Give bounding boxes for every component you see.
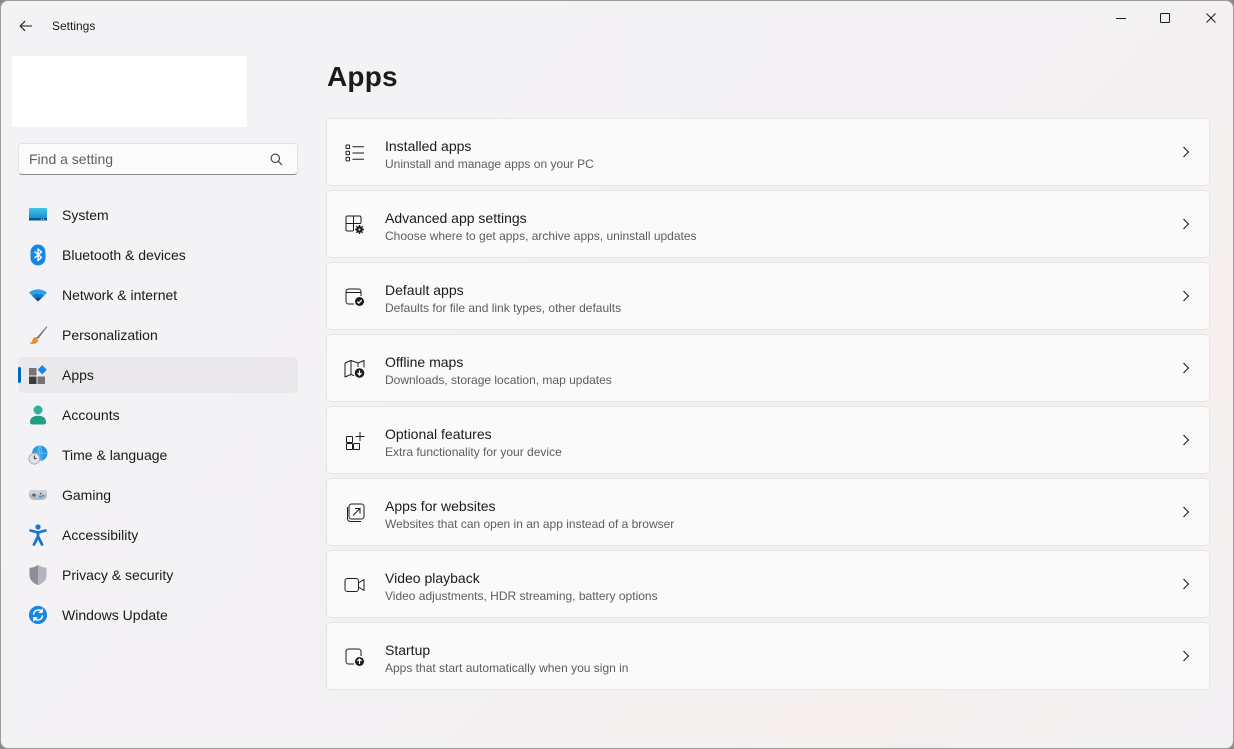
card-offline-maps[interactable]: Offline maps Downloads, storage location… xyxy=(326,334,1210,402)
sidebar-item-system[interactable]: System xyxy=(18,197,298,233)
sidebar-item-personalization[interactable]: Personalization xyxy=(18,317,298,353)
card-title: Offline maps xyxy=(385,354,464,370)
card-title: Video playback xyxy=(385,570,480,586)
card-title: Optional features xyxy=(385,426,492,442)
sidebar-item-label: Personalization xyxy=(62,327,158,343)
card-title: Apps for websites xyxy=(385,498,496,514)
apps-icon xyxy=(28,365,48,385)
sidebar-item-network[interactable]: Network & internet xyxy=(18,277,298,313)
sidebar-item-label: Network & internet xyxy=(62,287,178,303)
card-advanced-app-settings[interactable]: Advanced app settings Choose where to ge… xyxy=(326,190,1210,258)
page-title: Apps xyxy=(327,61,398,92)
sidebar-nav: System Bluetooth & devices Network & int… xyxy=(18,197,298,637)
sidebar-item-label: Bluetooth & devices xyxy=(62,247,186,263)
maximize-button[interactable] xyxy=(1142,1,1188,35)
card-title: Advanced app settings xyxy=(385,210,527,226)
sidebar-item-label: Apps xyxy=(62,367,94,383)
app-settings-icon xyxy=(344,214,366,236)
sidebar-item-label: Windows Update xyxy=(62,607,168,623)
wifi-icon xyxy=(28,285,48,305)
card-installed-apps[interactable]: Installed apps Uninstall and manage apps… xyxy=(326,118,1210,186)
card-description: Websites that can open in an app instead… xyxy=(385,517,675,531)
sidebar-item-time-language[interactable]: Time & language xyxy=(18,437,298,473)
card-description: Defaults for file and link types, other … xyxy=(385,301,622,315)
card-description: Video adjustments, HDR streaming, batter… xyxy=(385,589,658,603)
sidebar-item-label: Time & language xyxy=(62,447,168,463)
maximize-icon xyxy=(1160,13,1170,23)
sidebar-item-label: Privacy & security xyxy=(62,567,174,583)
search-box xyxy=(18,143,298,175)
video-icon xyxy=(344,574,366,596)
card-description: Uninstall and manage apps on your PC xyxy=(385,157,594,171)
user-profile-card[interactable] xyxy=(12,56,247,127)
sidebar-item-accounts[interactable]: Accounts xyxy=(18,397,298,433)
card-startup[interactable]: Startup Apps that start automatically wh… xyxy=(326,622,1210,690)
search-input[interactable] xyxy=(19,151,263,167)
startup-icon xyxy=(344,646,366,668)
chevron-right-icon xyxy=(1179,577,1193,591)
close-button[interactable] xyxy=(1188,1,1233,35)
map-download-icon xyxy=(344,358,366,380)
sidebar-item-label: System xyxy=(62,207,109,223)
card-title: Installed apps xyxy=(385,138,472,154)
card-optional-features[interactable]: Optional features Extra functionality fo… xyxy=(326,406,1210,474)
card-title: Startup xyxy=(385,642,431,658)
sidebar-item-accessibility[interactable]: Accessibility xyxy=(18,517,298,553)
card-title: Default apps xyxy=(385,282,464,298)
default-apps-icon xyxy=(344,286,366,308)
gamepad-icon xyxy=(28,485,48,505)
add-grid-icon xyxy=(344,430,366,452)
chevron-right-icon xyxy=(1179,649,1193,663)
globe-clock-icon xyxy=(28,445,48,465)
card-apps-for-websites[interactable]: Apps for websites Websites that can open… xyxy=(326,478,1210,546)
minimize-button[interactable] xyxy=(1098,1,1144,35)
sidebar-item-gaming[interactable]: Gaming xyxy=(18,477,298,513)
update-icon xyxy=(28,605,48,625)
close-icon xyxy=(1206,13,1216,23)
active-indicator xyxy=(18,367,21,383)
back-button[interactable] xyxy=(13,13,39,39)
sidebar-item-bluetooth[interactable]: Bluetooth & devices xyxy=(18,237,298,273)
card-description: Downloads, storage location, map updates xyxy=(385,373,612,387)
accessibility-icon xyxy=(28,524,48,546)
card-description: Choose where to get apps, archive apps, … xyxy=(385,229,697,243)
chevron-right-icon xyxy=(1179,145,1193,159)
sidebar-item-label: Gaming xyxy=(62,487,112,503)
sidebar-item-windows-update[interactable]: Windows Update xyxy=(18,597,298,633)
chevron-right-icon xyxy=(1179,433,1193,447)
open-in-app-icon xyxy=(344,502,366,524)
card-default-apps[interactable]: Default apps Defaults for file and link … xyxy=(326,262,1210,330)
sidebar-item-label: Accounts xyxy=(62,407,120,423)
sidebar-item-apps[interactable]: Apps xyxy=(18,357,298,393)
chevron-right-icon xyxy=(1179,361,1193,375)
shield-icon xyxy=(28,565,48,585)
monitor-icon xyxy=(28,205,48,225)
title-bar: Settings xyxy=(1,1,1233,49)
sidebar-item-privacy-security[interactable]: Privacy & security xyxy=(18,557,298,593)
chevron-right-icon xyxy=(1179,505,1193,519)
card-description: Apps that start automatically when you s… xyxy=(385,661,629,675)
sidebar-item-label: Accessibility xyxy=(62,527,139,543)
chevron-right-icon xyxy=(1179,217,1193,231)
card-description: Extra functionality for your device xyxy=(385,445,562,459)
settings-card-list: Installed apps Uninstall and manage apps… xyxy=(326,118,1210,694)
person-icon xyxy=(28,405,48,425)
chevron-right-icon xyxy=(1179,289,1193,303)
bluetooth-icon xyxy=(28,244,48,266)
back-arrow-icon xyxy=(19,20,32,32)
minimize-icon xyxy=(1116,18,1126,19)
settings-window: Settings System Bluetooth & dev xyxy=(0,0,1234,749)
list-icon xyxy=(344,142,366,164)
paintbrush-icon xyxy=(28,325,48,345)
search-icon[interactable] xyxy=(263,144,289,174)
window-title: Settings xyxy=(52,19,96,33)
card-video-playback[interactable]: Video playback Video adjustments, HDR st… xyxy=(326,550,1210,618)
